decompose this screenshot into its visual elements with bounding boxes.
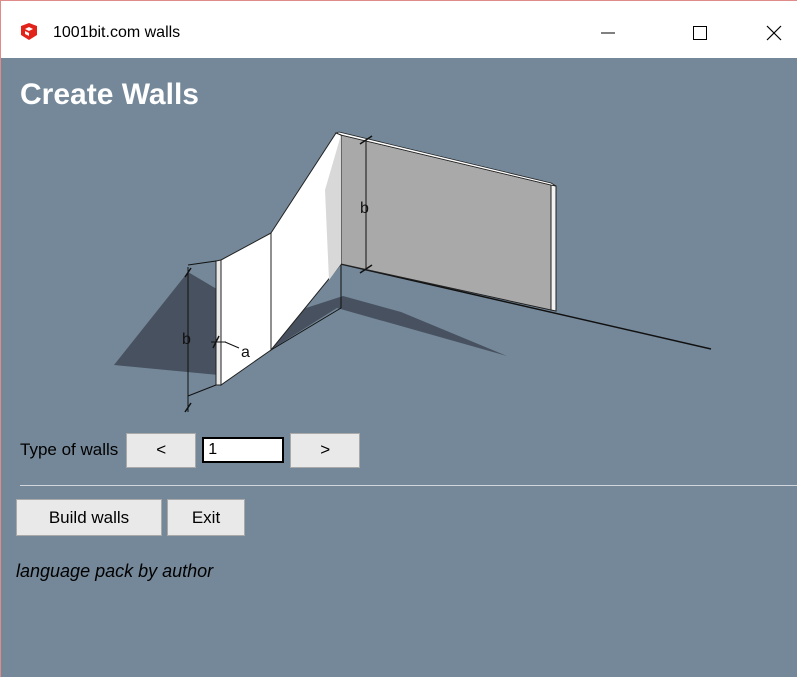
page-title: Create Walls [20, 78, 199, 111]
front-wall [220, 232, 272, 386]
minimize-icon [601, 32, 615, 34]
close-icon [766, 25, 782, 41]
dim-line [187, 384, 217, 397]
type-number-input[interactable] [202, 437, 285, 463]
prev-type-button[interactable]: < [126, 432, 197, 468]
dialog-window: 1001bit.com walls Create Walls b b a Typ… [0, 0, 797, 677]
maximize-button[interactable] [677, 9, 723, 57]
dialog-content: Create Walls b b a Type of walls < 1 > B… [1, 58, 797, 677]
build-walls-button[interactable]: Build walls [16, 499, 162, 536]
dim-label-a: a [241, 344, 250, 361]
walls-diagram: b b a [114, 131, 712, 413]
back-wall [340, 134, 552, 311]
title-bar[interactable]: 1001bit.com walls [1, 1, 797, 58]
credit-text: language pack by author [16, 561, 214, 581]
minimize-button[interactable] [585, 9, 631, 57]
close-button[interactable] [751, 9, 797, 57]
exit-button[interactable]: Exit [167, 499, 245, 536]
maximize-icon [693, 26, 707, 40]
action-buttons: Build walls Exit [16, 499, 245, 536]
dim-label-b: b [360, 200, 369, 217]
front-wall-edge [215, 259, 222, 386]
back-wall-edge [550, 184, 557, 312]
window-title: 1001bit.com walls [53, 24, 181, 41]
type-label: Type of walls [20, 440, 119, 459]
next-type-button[interactable]: > [290, 432, 361, 468]
sketchup-icon [21, 23, 37, 40]
dim-label-b-front: b [182, 331, 191, 348]
type-selector: Type of walls < > [20, 431, 361, 469]
dim-line [187, 260, 217, 266]
divider [20, 485, 797, 486]
